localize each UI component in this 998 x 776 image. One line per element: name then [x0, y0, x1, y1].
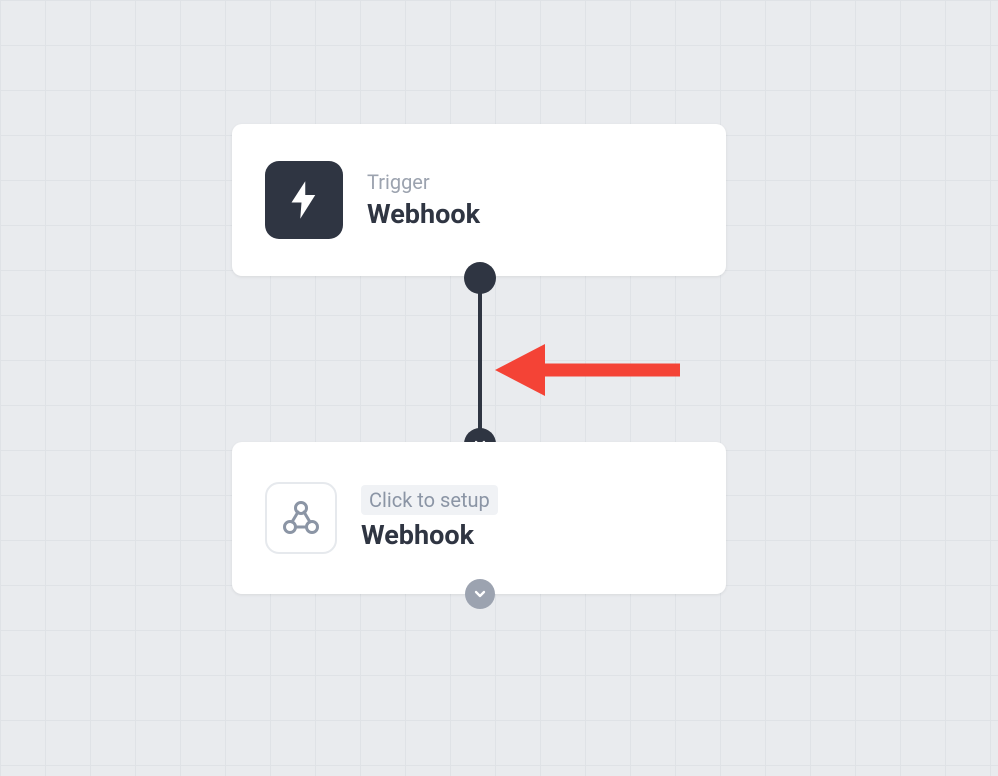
chevron-down-icon: [473, 587, 487, 601]
action-setup-badge[interactable]: Click to setup: [361, 485, 498, 515]
trigger-node[interactable]: Trigger Webhook: [232, 124, 726, 276]
action-node[interactable]: Click to setup Webhook: [232, 442, 726, 594]
webhook-icon: [265, 482, 337, 554]
action-node-text: Click to setup Webhook: [361, 485, 498, 551]
connector-line[interactable]: [478, 278, 482, 444]
trigger-node-text: Trigger Webhook: [367, 170, 480, 230]
action-title: Webhook: [361, 519, 498, 551]
workflow-canvas[interactable]: Trigger Webhook Click to setup Webhook: [0, 0, 998, 776]
trigger-label: Trigger: [367, 170, 480, 194]
trigger-title: Webhook: [367, 198, 480, 230]
lightning-icon: [265, 161, 343, 239]
add-step-button[interactable]: [465, 579, 495, 609]
annotation-arrow-icon: [495, 340, 695, 410]
